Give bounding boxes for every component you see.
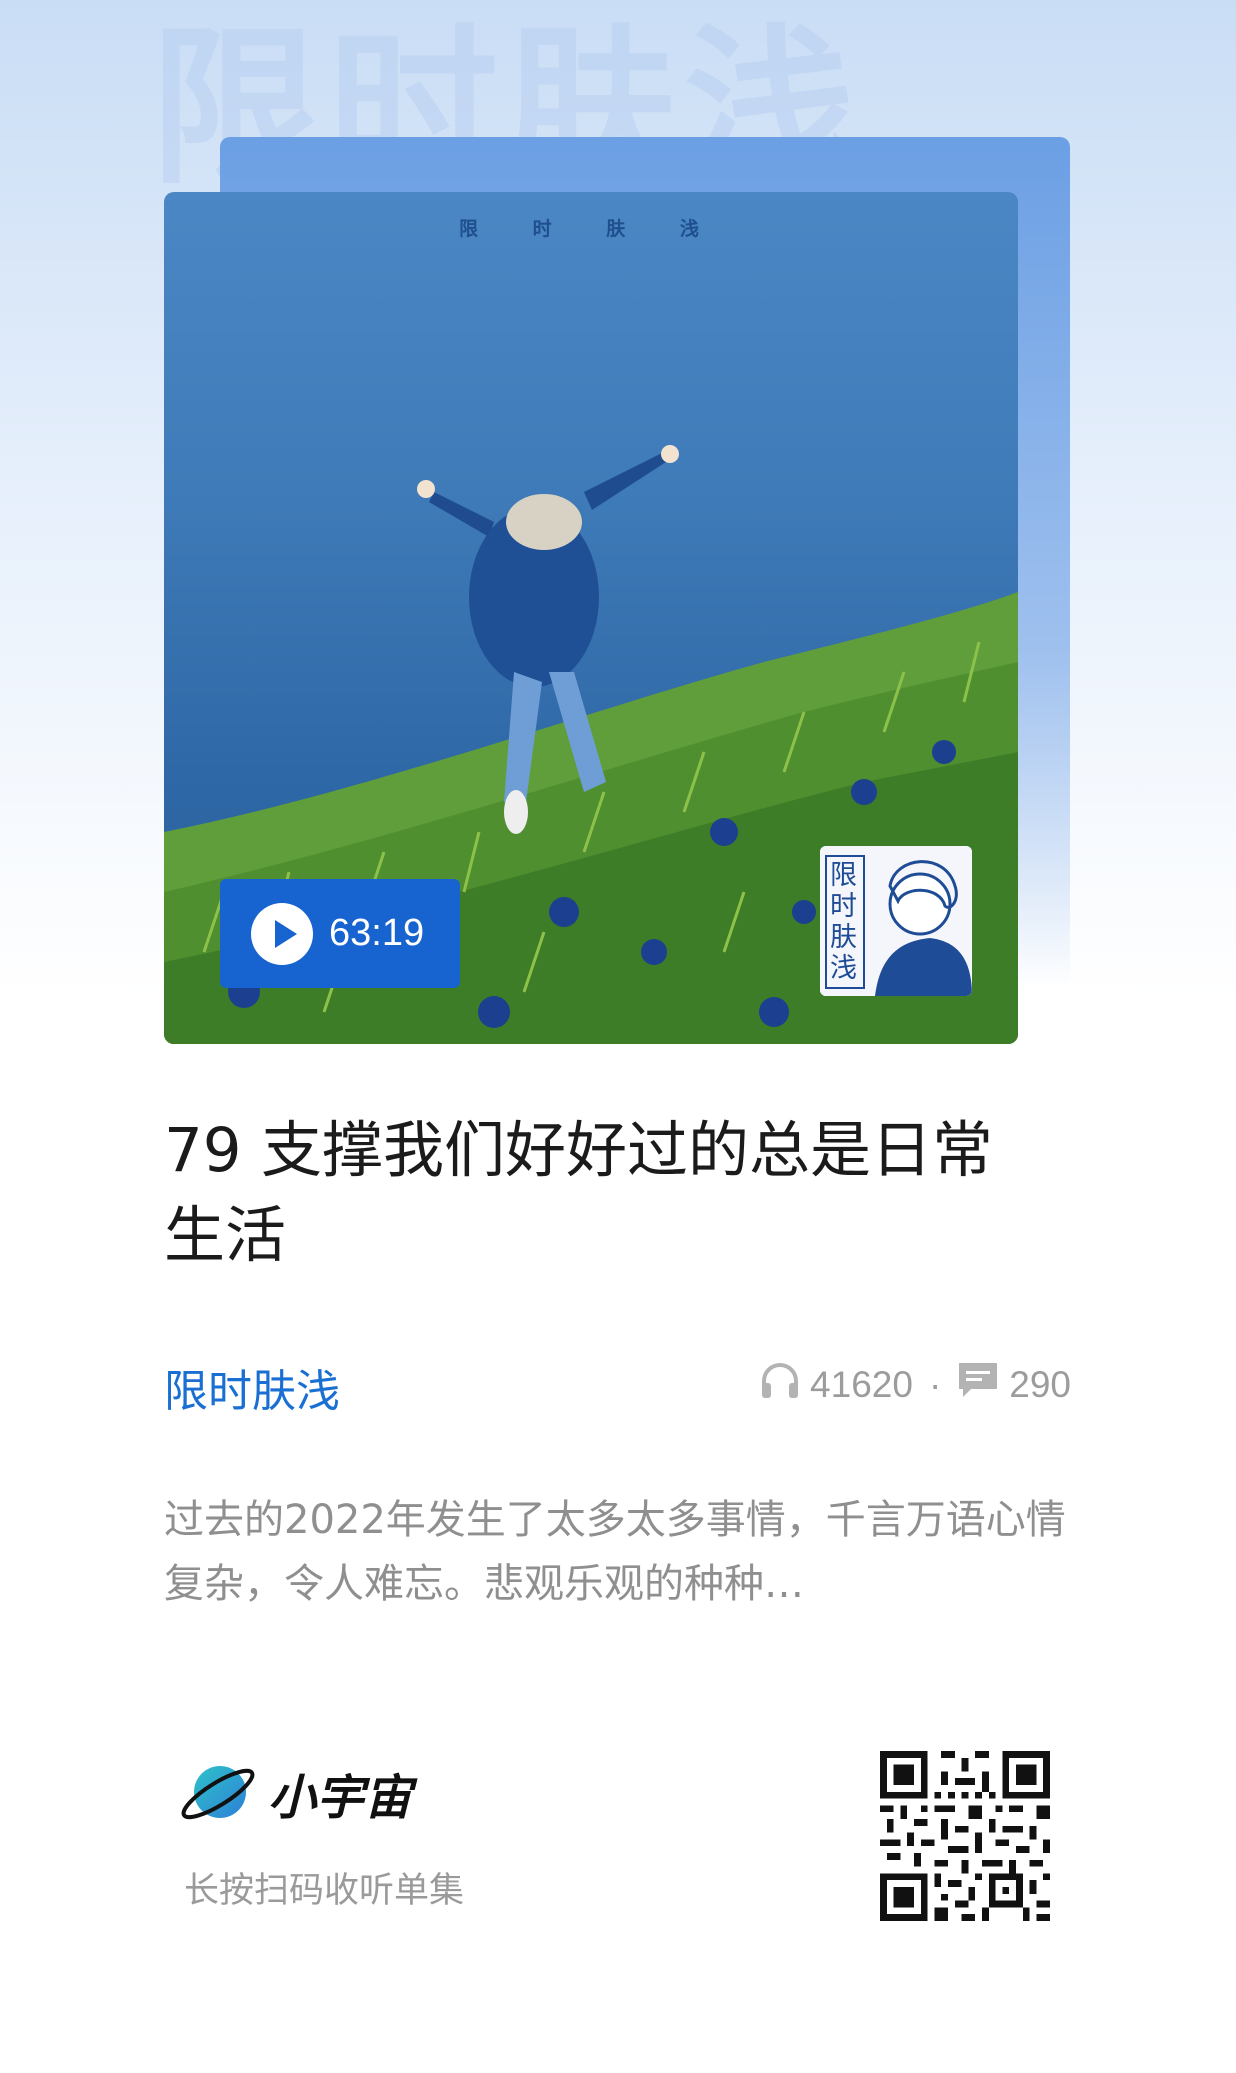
podcast-name-link[interactable]: 限时肤浅: [164, 1355, 340, 1419]
play-icon: [251, 902, 313, 965]
episode-duration: 63:19: [329, 912, 425, 954]
qr-code[interactable]: [880, 1751, 1050, 1921]
episode-cover[interactable]: 限 时 肤 浅 63:19 限时肤浅: [164, 192, 1018, 1044]
stats-separator: ·: [928, 1363, 942, 1405]
scan-hint: 长按扫码收听单集: [184, 1871, 465, 1911]
planet-logo-icon: [181, 1766, 255, 1820]
podcast-thumbnail-title: 限时肤浅: [830, 860, 857, 984]
play-count: 41620: [810, 1363, 913, 1405]
episode-title: 79 支撑我们好好过的总是日常生活: [164, 1115, 994, 1271]
headphones-icon: [760, 1361, 800, 1408]
episode-description: 过去的2022年发生了太多太多事情，千言万语心情复杂，令人难忘。悲观乐观的种种…: [164, 1497, 1066, 1607]
brand-logo: 小宇宙: [178, 1758, 412, 1828]
play-button[interactable]: 63:19: [220, 879, 460, 988]
comment-count: 290: [1009, 1363, 1071, 1405]
episode-stats: 41620 · 290: [760, 1361, 1071, 1408]
brand-name: 小宇宙: [268, 1770, 413, 1826]
podcast-thumbnail: 限时肤浅: [820, 846, 972, 996]
comment-icon: [957, 1361, 999, 1408]
cover-title: 限 时 肤 浅: [459, 218, 723, 240]
